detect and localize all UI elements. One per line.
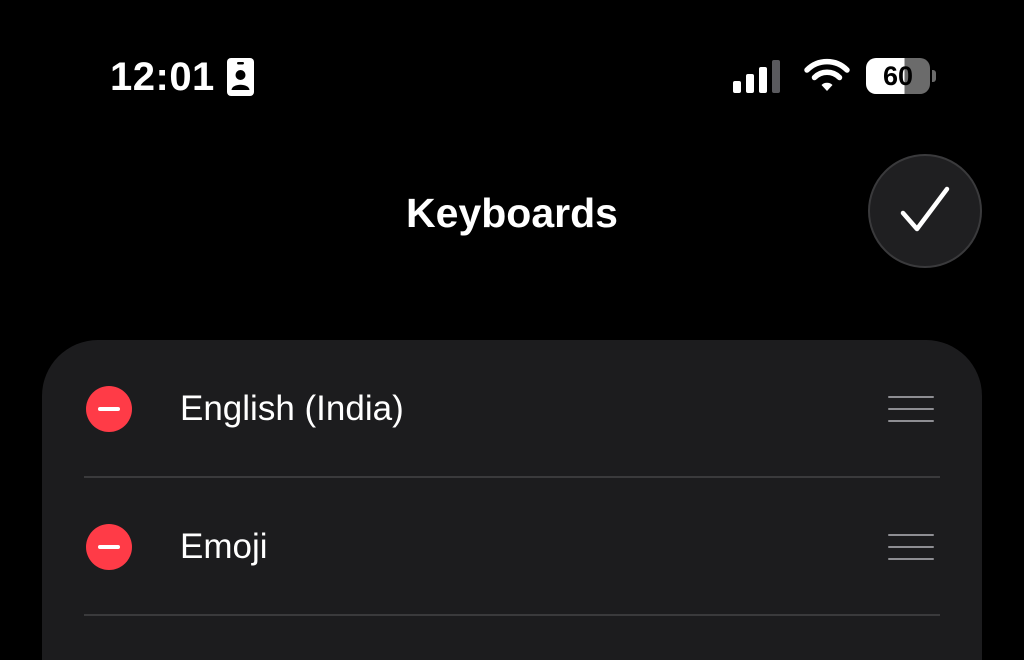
keyboard-label: English (India) (180, 389, 404, 428)
keyboard-label: Emoji (180, 527, 268, 566)
reorder-handle-icon[interactable] (888, 394, 934, 424)
battery-body: 60 (866, 58, 930, 94)
minus-circle-icon (98, 545, 120, 549)
time-label: 12:01 (110, 55, 215, 99)
done-button[interactable] (868, 154, 982, 268)
battery-percent: 60 (882, 61, 914, 91)
list-item: English (India) (42, 340, 982, 478)
wifi-icon (804, 58, 850, 91)
cellular-signal-icon (733, 60, 780, 93)
list-item: Emoji (42, 478, 982, 616)
status-bar-time: 12:01 (110, 52, 254, 102)
row-separator (84, 614, 940, 616)
battery-icon: 60 (866, 58, 936, 94)
remove-button-english-india[interactable] (86, 386, 132, 432)
battery-nub (932, 70, 936, 82)
checkmark-icon (900, 186, 950, 232)
remove-button-emoji[interactable] (86, 524, 132, 570)
reorder-handle-icon[interactable] (888, 532, 934, 562)
contact-card-icon (226, 58, 254, 96)
keyboards-list: English (India) Emoji (42, 340, 982, 660)
minus-circle-icon (98, 407, 120, 411)
